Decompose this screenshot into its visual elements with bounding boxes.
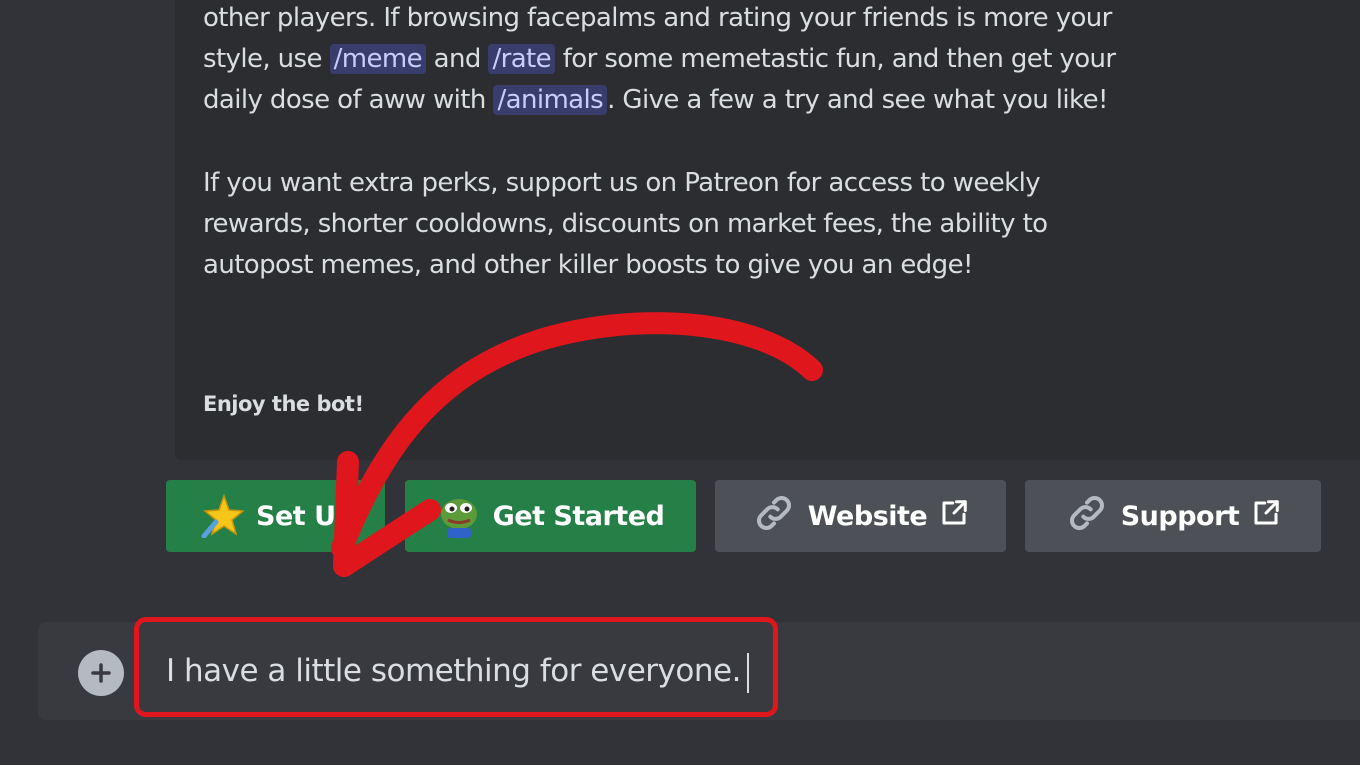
setup-button[interactable]: Set U [166,480,385,552]
plus-circle-icon[interactable] [78,650,124,696]
setup-button-label: Set U [256,500,336,532]
star-emoji-icon [200,493,245,539]
link-icon [752,491,796,542]
website-button-label: Website [807,500,928,532]
pepe-frog-emoji-icon [437,494,481,538]
embed-paragraph-commands: other players. If browsing facepalms and… [203,0,1123,121]
slash-command-rate[interactable]: /rate [488,44,556,74]
annotation-highlight-box [134,617,778,717]
link-icon [1065,491,1109,542]
support-link-button[interactable]: Support [1025,480,1321,552]
slash-command-meme[interactable]: /meme [329,44,426,74]
embed-footer-text: Enjoy the bot! [203,392,364,416]
get-started-button-label: Get Started [492,500,665,532]
external-link-icon [939,498,969,535]
discord-chat-view: other players. If browsing facepalms and… [0,0,1360,765]
website-link-button[interactable]: Website [715,480,1006,552]
embed-text-segment: and [433,44,482,74]
embed-paragraph-patreon: If you want extra perks, support us on P… [203,168,1048,280]
embed-text-segment: . Give a few a try and see what you like… [607,85,1108,115]
support-button-label: Support [1120,500,1240,532]
external-link-icon [1251,498,1281,535]
embed-description: other players. If browsing facepalms and… [203,0,1123,286]
get-started-button[interactable]: Get Started [405,480,696,552]
slash-command-animals[interactable]: /animals [493,85,608,115]
